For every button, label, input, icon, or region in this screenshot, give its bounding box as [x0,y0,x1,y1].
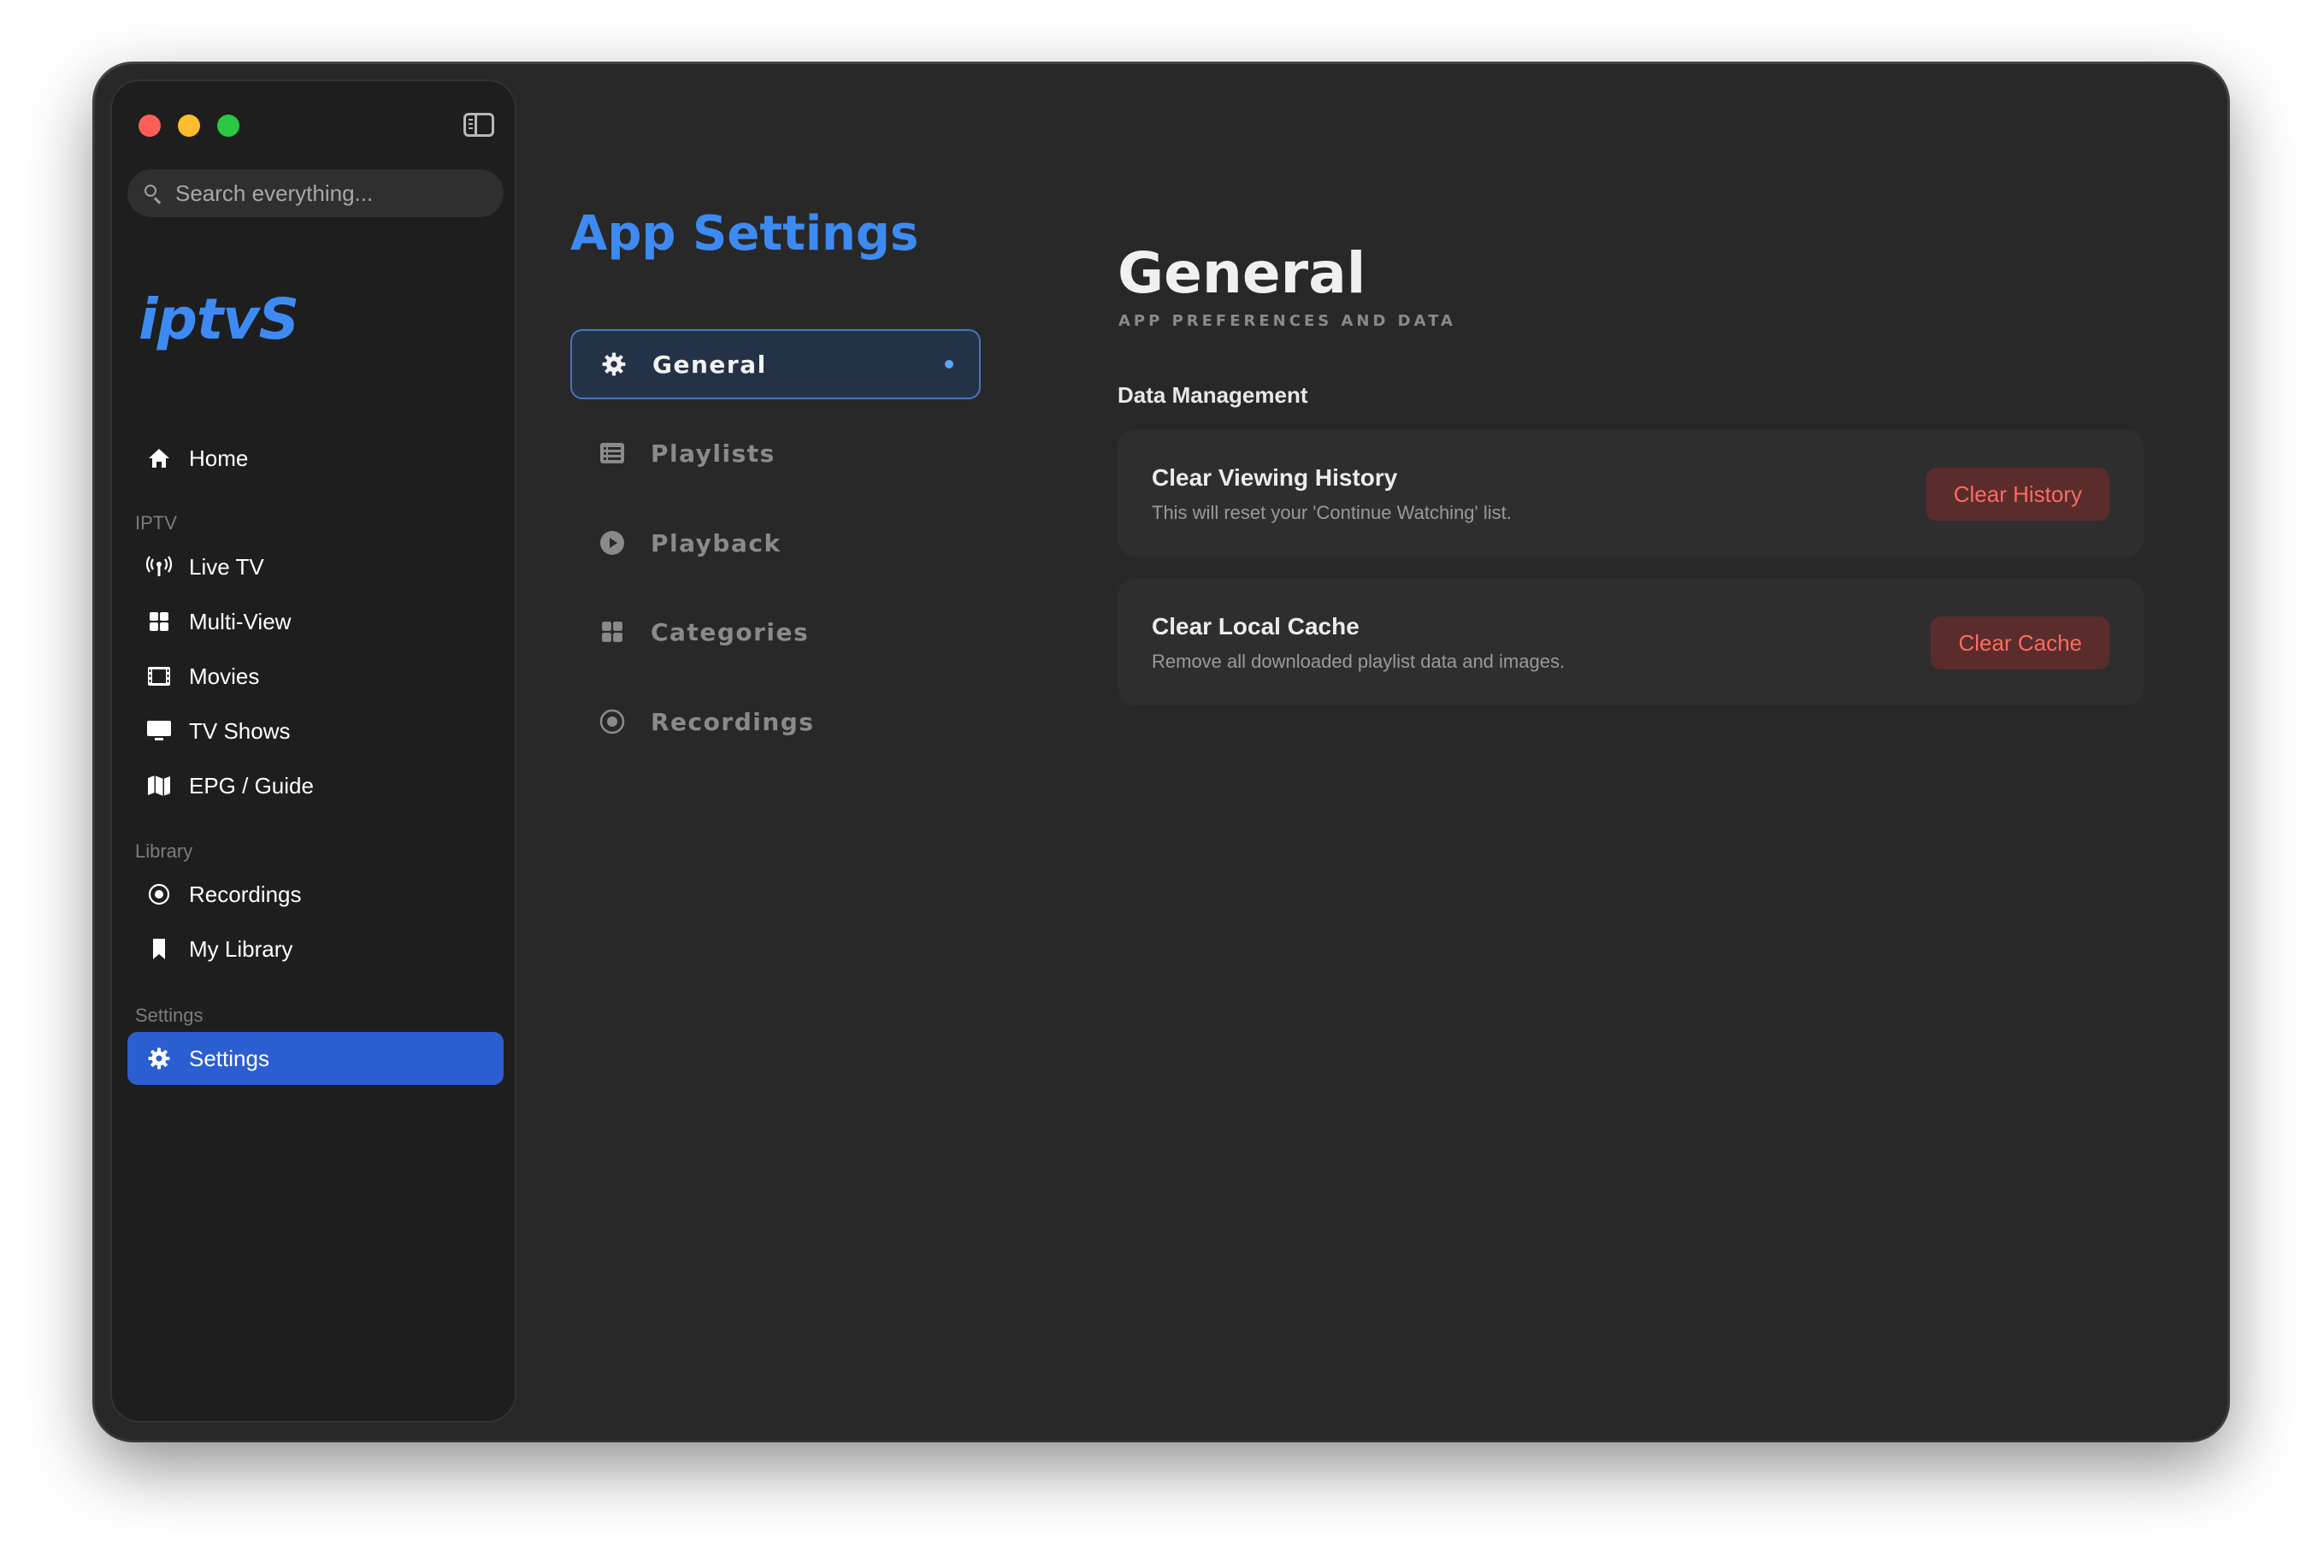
tab-label: General [652,350,767,379]
search-input[interactable] [174,179,504,208]
close-window-button[interactable] [139,115,161,137]
sidebar-item-label: Multi-View [189,608,292,634]
sidebar: iptvS Home IPTV Live TV Multi-View Movie… [110,80,516,1423]
map-icon [146,773,172,799]
tab-playback[interactable]: Playback [570,508,981,578]
tv-icon [146,718,172,744]
list-icon [598,439,627,468]
page-title: General [1118,240,1366,306]
app-window: iptvS Home IPTV Live TV Multi-View Movie… [95,64,2227,1440]
sidebar-item-label: My Library [189,935,293,962]
tab-label: Recordings [651,707,815,736]
clear-cache-card: Clear Local Cache Remove all downloaded … [1118,579,2144,705]
sidebar-toggle-icon[interactable] [463,113,494,137]
minimize-window-button[interactable] [178,115,200,137]
sidebar-item-tv-shows[interactable]: TV Shows [127,704,504,757]
sidebar-item-label: Recordings [189,881,302,907]
grid-icon [598,617,627,646]
sidebar-item-settings[interactable]: Settings [127,1032,504,1085]
section-label-settings: Settings [135,1005,203,1026]
sidebar-item-label: Home [189,445,249,471]
clear-history-button[interactable]: Clear History [1926,468,2109,521]
clear-cache-button[interactable]: Clear Cache [1931,616,2109,669]
sidebar-item-my-library[interactable]: My Library [127,923,504,976]
clear-history-card: Clear Viewing History This will reset yo… [1118,430,2144,557]
tab-recordings[interactable]: Recordings [570,687,981,757]
zoom-window-button[interactable] [217,115,239,137]
sidebar-item-label: Live TV [189,553,264,580]
page-subtitle: APP PREFERENCES AND DATA [1118,312,1456,330]
section-heading: Data Management [1118,382,1308,408]
card-description: Remove all downloaded playlist data and … [1152,651,1566,672]
search-icon [145,185,162,202]
tab-label: Playback [651,528,782,557]
sidebar-item-home[interactable]: Home [127,432,504,485]
sidebar-item-epg-guide[interactable]: EPG / Guide [127,759,504,812]
tab-playlists[interactable]: Playlists [570,418,981,488]
card-description: This will reset your 'Continue Watching'… [1152,502,1512,523]
sidebar-item-label: TV Shows [189,717,291,744]
sidebar-item-label: EPG / Guide [189,772,314,799]
card-title: Clear Local Cache [1152,613,1360,640]
app-logo: iptvS [139,286,299,352]
bookmark-icon [146,936,172,962]
tab-label: Categories [651,617,810,646]
record-icon [146,881,172,907]
sidebar-item-label: Settings [189,1045,269,1071]
house-icon [146,445,172,471]
tab-label: Playlists [651,439,776,468]
card-title: Clear Viewing History [1152,464,1398,491]
grid-icon [146,609,172,634]
sidebar-item-recordings[interactable]: Recordings [127,868,504,921]
search-bar[interactable] [127,169,504,217]
gear-icon [146,1046,172,1071]
antenna-icon [146,554,172,580]
active-indicator [945,360,953,368]
sidebar-item-label: Movies [189,663,260,689]
settings-title: App Settings [570,206,919,262]
sidebar-item-movies[interactable]: Movies [127,650,504,703]
play-icon [598,528,627,557]
section-label-library: Library [135,840,193,862]
section-label-iptv: IPTV [135,512,177,533]
tab-general[interactable]: General [570,329,981,399]
gear-icon [599,350,628,379]
sidebar-item-multi-view[interactable]: Multi-View [127,595,504,648]
tab-categories[interactable]: Categories [570,597,981,667]
record-icon [598,707,627,736]
sidebar-item-live-tv[interactable]: Live TV [127,540,504,593]
film-icon [146,663,172,689]
